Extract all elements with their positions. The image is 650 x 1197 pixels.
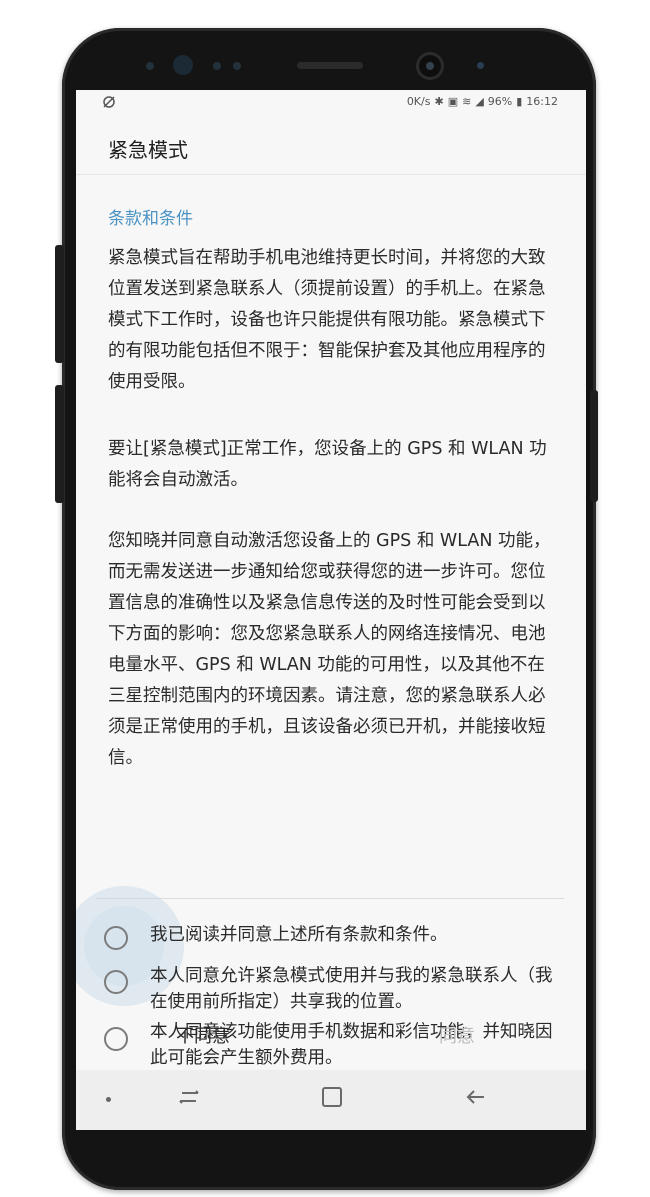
- nfc-icon: ▣: [447, 95, 459, 108]
- option-label: 本人同意允许紧急模式使用并与我的紧急联系人（我在使用前所指定）共享我的位置。: [150, 966, 553, 1012]
- power-button: [590, 390, 598, 502]
- radio-button[interactable]: [104, 926, 128, 950]
- battery-percent: 96%: [487, 95, 513, 108]
- battery-icon: ▮: [516, 95, 523, 108]
- dot-icon[interactable]: [106, 1097, 111, 1102]
- clock: 16:12: [526, 95, 558, 108]
- network-speed: 0K/s: [406, 95, 431, 108]
- home-icon[interactable]: [321, 1086, 343, 1114]
- divider: [96, 898, 564, 899]
- screen: 0K/s ✱ ▣ ≋ ◢ 96% ▮ 16:12 紧急模式 条款和条件 紧急模式…: [76, 90, 586, 1130]
- signal-icon: ◢: [475, 95, 484, 108]
- agree-button[interactable]: 同意: [439, 1022, 475, 1048]
- terms-paragraph-1: 紧急模式旨在帮助手机电池维持更长时间，并将您的大致位置发送到紧急联系人（须提前设…: [108, 248, 546, 392]
- navigation-bar: [76, 1070, 586, 1130]
- terms-paragraph-2: 要让[紧急模式]正常工作，您设备上的 GPS 和 WLAN 功能将会自动激活。: [108, 439, 547, 490]
- volume-button: [55, 245, 64, 363]
- sensor-dot: [233, 62, 241, 70]
- radio-button[interactable]: [104, 970, 128, 994]
- front-camera: [419, 55, 441, 77]
- terms-paragraph-3: 您知晓并同意自动激活您设备上的 GPS 和 WLAN 功能，而无需发送进一步通知…: [108, 531, 551, 768]
- app-bar: 紧急模式: [76, 116, 586, 175]
- earpiece-speaker: [297, 62, 363, 69]
- page-title: 紧急模式: [108, 138, 188, 162]
- section-title: 条款和条件: [108, 209, 193, 229]
- status-bar: 0K/s ✱ ▣ ≋ ◢ 96% ▮ 16:12: [76, 90, 586, 116]
- radio-button[interactable]: [104, 1027, 128, 1051]
- option-label: 我已阅读并同意上述所有条款和条件。: [150, 925, 448, 945]
- recent-apps-icon[interactable]: [176, 1086, 202, 1114]
- iris-scanner: [173, 55, 193, 75]
- wifi-icon: ≋: [462, 95, 472, 108]
- sensor-dot: [477, 62, 484, 69]
- back-icon[interactable]: [464, 1086, 488, 1114]
- disagree-button[interactable]: 不同意: [176, 1022, 230, 1048]
- sensor-dot: [213, 62, 221, 70]
- sync-off-icon: [102, 95, 116, 113]
- bixby-button: [55, 385, 64, 503]
- bluetooth-icon: ✱: [434, 95, 444, 108]
- sensor-dot: [146, 62, 154, 70]
